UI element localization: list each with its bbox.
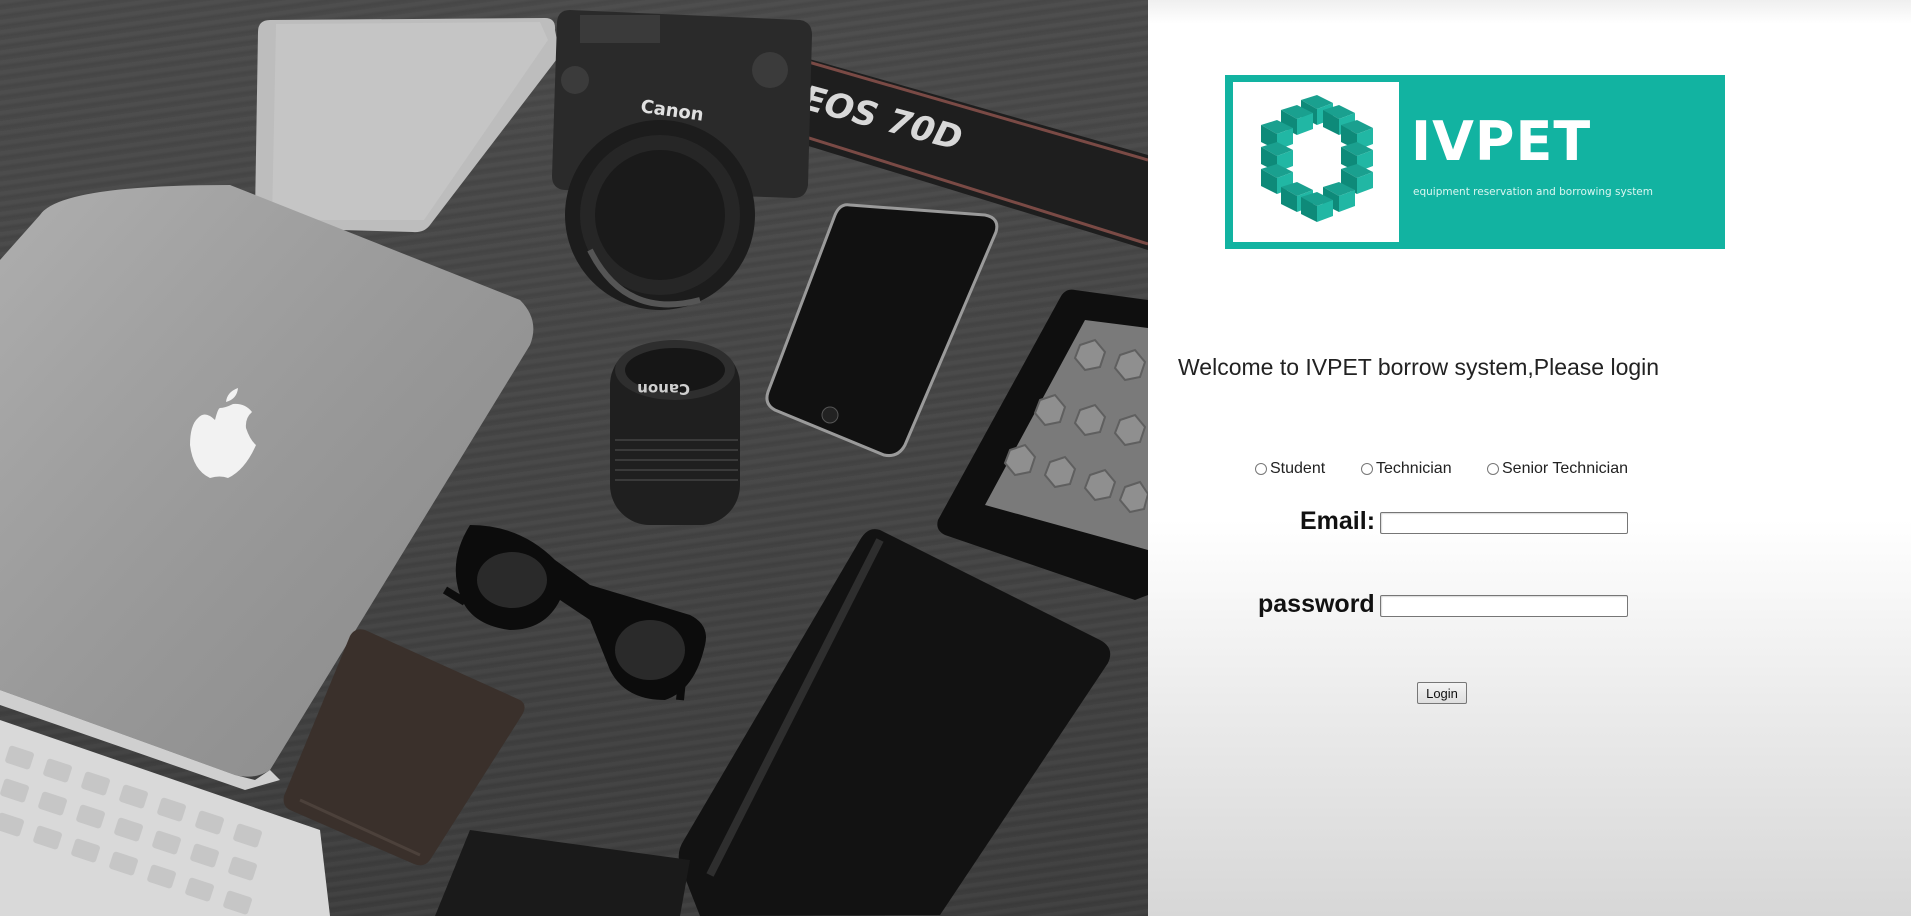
bottom-tablet-icon [435, 830, 690, 916]
student-radio-label[interactable]: Student [1270, 460, 1325, 478]
lens-icon: Canon [610, 340, 740, 525]
welcome-heading: Welcome to IVPET borrow system,Please lo… [1178, 354, 1660, 380]
senior-technician-radio-label[interactable]: Senior Technician [1502, 460, 1628, 478]
login-button[interactable]: Login [1417, 682, 1467, 704]
phone-icon [765, 203, 999, 457]
senior-technician-radio[interactable] [1487, 463, 1499, 475]
background-photo: EOS 70D Canon Canon [0, 0, 1148, 916]
logo-mark-box [1233, 82, 1399, 242]
sunglasses-icon [442, 525, 706, 701]
ereader-icon [937, 289, 1148, 600]
password-label: password [1258, 590, 1375, 618]
student-radio[interactable] [1255, 463, 1267, 475]
desk-illustration: EOS 70D Canon Canon [0, 10, 1148, 916]
svg-text:Canon: Canon [637, 380, 690, 398]
notebook-icon [678, 529, 1111, 916]
technician-radio-label[interactable]: Technician [1376, 460, 1452, 478]
cube-ring-icon [1261, 95, 1373, 222]
tablet-icon [255, 18, 560, 233]
logo-brand-text: IVPET [1411, 110, 1592, 173]
email-input[interactable] [1380, 512, 1628, 534]
role-option-technician[interactable]: Technician [1361, 460, 1452, 478]
camera-icon: Canon [552, 10, 812, 310]
logo-tagline: equipment reservation and borrowing syst… [1413, 186, 1653, 198]
password-input[interactable] [1380, 595, 1628, 617]
technician-radio[interactable] [1361, 463, 1373, 475]
role-option-senior-technician[interactable]: Senior Technician [1487, 460, 1628, 478]
email-label: Email: [1300, 507, 1376, 535]
login-panel: IVPET equipment reservation and borrowin… [1148, 0, 1911, 916]
role-option-student[interactable]: Student [1255, 460, 1325, 478]
ivpet-logo: IVPET equipment reservation and borrowin… [1225, 75, 1725, 249]
